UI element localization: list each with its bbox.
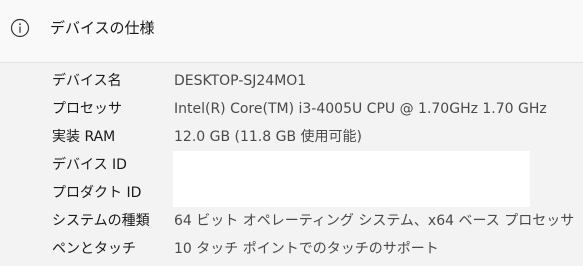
- spec-label: プロセッサ: [52, 101, 122, 117]
- spec-row-device-id: デバイス ID: [0, 151, 583, 179]
- redacted-value-box: [173, 151, 530, 179]
- spec-label: デバイス ID: [52, 157, 127, 173]
- spec-row-processor: プロセッサ Intel(R) Core(TM) i3-4005U CPU @ 1…: [0, 95, 583, 123]
- spec-label: ペンとタッチ: [52, 241, 136, 257]
- spec-row-pen-touch: ペンとタッチ 10 タッチ ポイントでのタッチのサポート: [0, 235, 583, 263]
- spec-label: デバイス名: [52, 73, 122, 89]
- spec-value[interactable]: 10 タッチ ポイントでのタッチのサポート: [174, 238, 439, 260]
- spec-label: プロダクト ID: [52, 185, 142, 201]
- device-specs-list: デバイス名 DESKTOP-SJ24MO1 プロセッサ Intel(R) Cor…: [0, 63, 583, 266]
- spec-label: システムの種類: [52, 213, 150, 229]
- device-specs-header[interactable]: デバイスの仕様: [0, 0, 583, 63]
- spec-row-device-name: デバイス名 DESKTOP-SJ24MO1: [0, 67, 583, 95]
- spec-label: 実装 RAM: [52, 129, 116, 145]
- spec-value[interactable]: DESKTOP-SJ24MO1: [174, 70, 306, 92]
- spec-row-installed-ram: 実装 RAM 12.0 GB (11.8 GB 使用可能): [0, 123, 583, 151]
- spec-row-product-id: プロダクト ID: [0, 179, 583, 207]
- info-icon: [10, 18, 30, 38]
- redacted-value-box: [173, 179, 530, 207]
- spec-value[interactable]: 64 ビット オペレーティング システム、x64 ベース プロセッサ: [174, 210, 574, 232]
- spec-row-system-type: システムの種類 64 ビット オペレーティング システム、x64 ベース プロセ…: [0, 207, 583, 235]
- section-title: デバイスの仕様: [50, 19, 155, 37]
- spec-value[interactable]: 12.0 GB (11.8 GB 使用可能): [174, 126, 362, 148]
- spec-value[interactable]: Intel(R) Core(TM) i3-4005U CPU @ 1.70GHz…: [174, 98, 547, 120]
